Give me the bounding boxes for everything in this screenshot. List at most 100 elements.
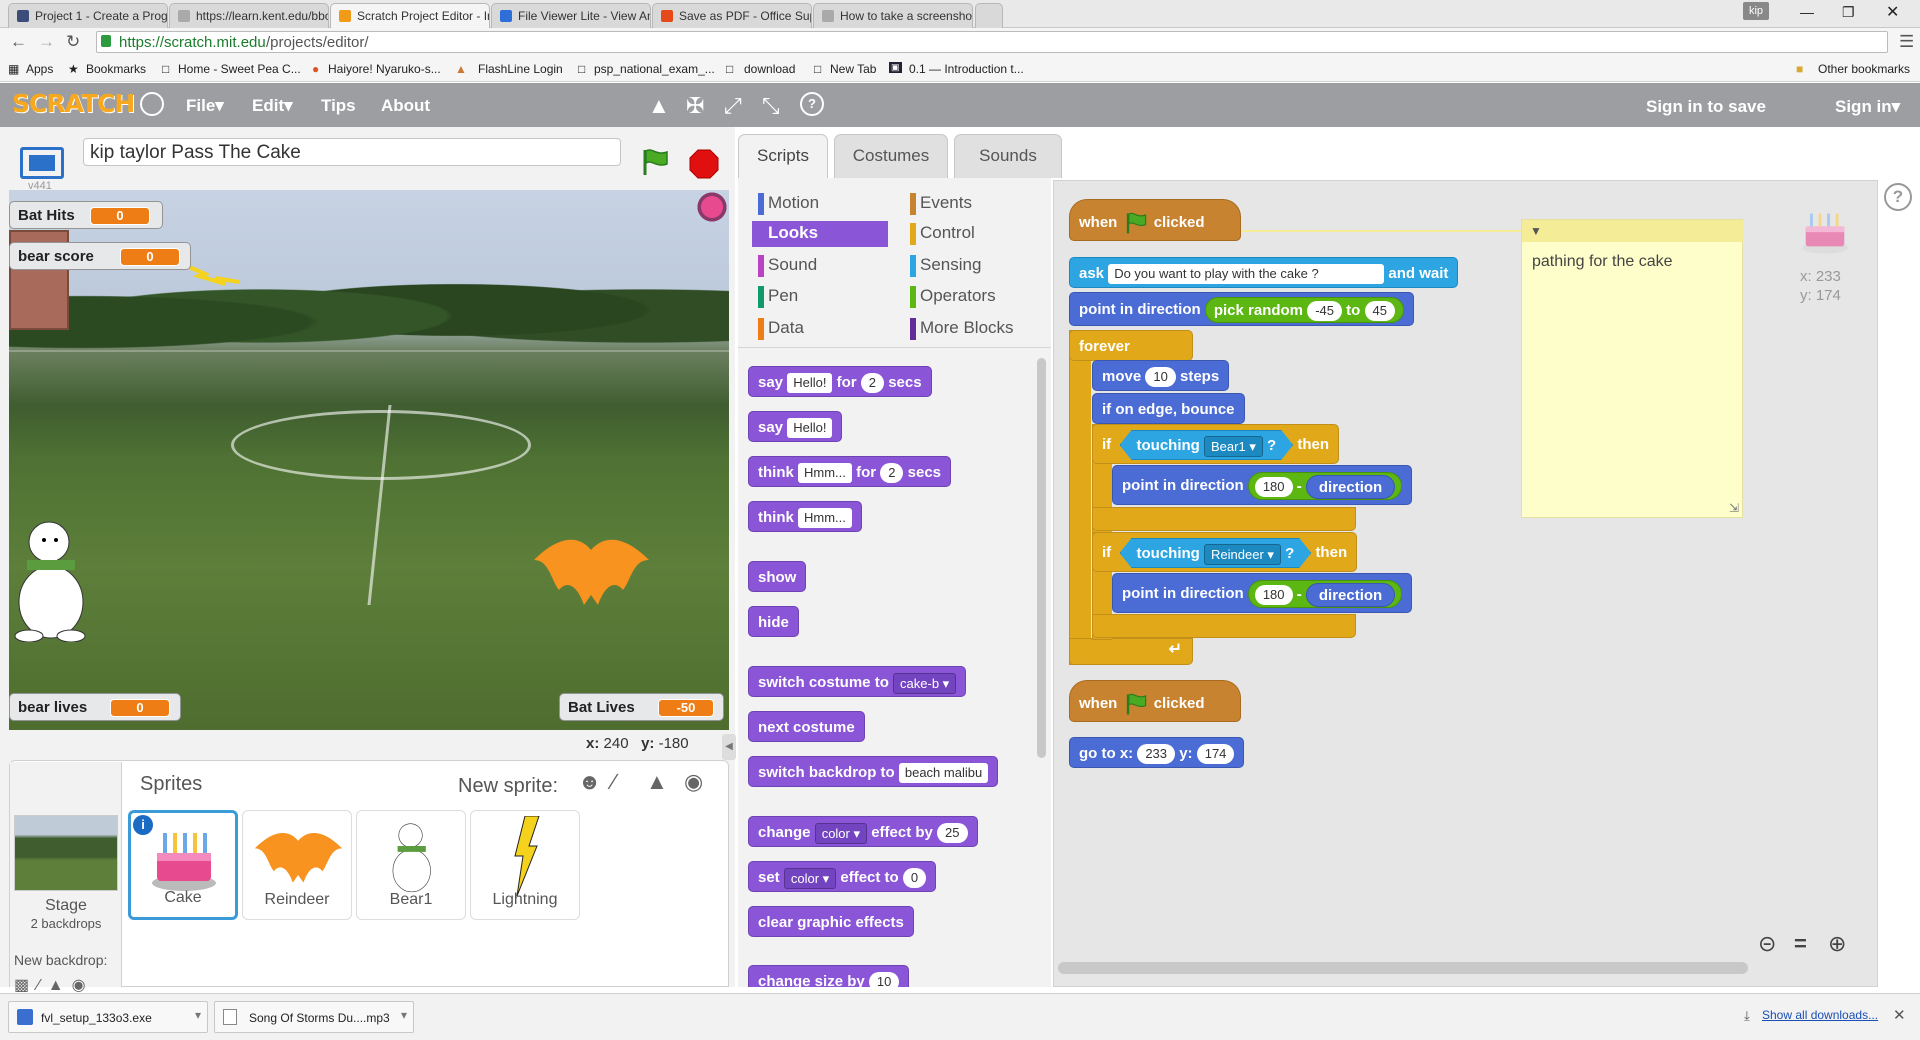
block-subtract[interactable]: 180 - direction <box>1247 472 1403 501</box>
block-number-input[interactable]: 2 <box>860 373 885 394</box>
block-think-for-secs[interactable]: think Hmm... for 2 secs <box>748 456 952 487</box>
browser-tab[interactable]: Project 1 - Create a Progra <box>8 3 168 28</box>
back-icon[interactable]: ← <box>10 32 27 52</box>
category-more-blocks[interactable]: More Blocks <box>910 318 1014 340</box>
cake-sprite[interactable] <box>695 190 729 224</box>
block-clear-graphic-effects[interactable]: clear graphic effects <box>748 906 914 937</box>
zoom-out-icon[interactable]: ⊝ <box>1758 931 1786 959</box>
sprite-tile-reindeer[interactable]: Reindeer <box>242 810 352 920</box>
category-sensing[interactable]: Sensing <box>910 255 981 277</box>
presentation-mode-icon[interactable] <box>20 147 64 179</box>
block-point-random[interactable]: point in direction pick random -45 to 45 <box>1069 292 1414 326</box>
category-events[interactable]: Events <box>910 193 972 215</box>
block-dropdown[interactable]: Reindeer <box>1204 544 1281 565</box>
reload-icon[interactable]: ↻ <box>66 32 80 52</box>
block-dropdown[interactable]: color <box>783 867 837 889</box>
bookmark-item[interactable]: Bookmarks <box>86 62 146 76</box>
tab-sounds[interactable]: Sounds <box>954 134 1062 178</box>
tips-help-icon[interactable]: ? <box>1884 183 1912 211</box>
sprite-tile-bear1[interactable]: Bear1 <box>356 810 466 920</box>
block-point-direction[interactable]: point in direction 180 - direction <box>1112 465 1413 505</box>
restore-icon[interactable]: ❐ <box>1842 4 1855 21</box>
block-pick-random[interactable]: pick random -45 to 45 <box>1204 297 1404 324</box>
bat-sprite[interactable] <box>529 530 654 610</box>
block-change-effect[interactable]: change color effect by 25 <box>748 816 978 847</box>
sprite-library-icon[interactable]: ☻ <box>578 769 604 795</box>
block-next-costume[interactable]: next costume <box>748 711 865 742</box>
block-number-input[interactable]: 233 <box>1137 744 1176 765</box>
sprite-tile-cake[interactable]: i Cake <box>128 810 238 920</box>
block-dropdown[interactable]: cake-b <box>893 672 957 694</box>
comment-collapse-icon[interactable]: ▼ <box>1530 224 1542 238</box>
green-flag-icon[interactable] <box>640 147 670 177</box>
category-data[interactable]: Data <box>758 318 804 340</box>
block-say[interactable]: say Hello! <box>748 411 843 442</box>
block-ask-and-wait[interactable]: ask Do you want to play with the cake ? … <box>1069 257 1459 288</box>
forward-icon[interactable]: → <box>38 32 55 52</box>
project-title-field[interactable]: kip taylor Pass The Cake <box>83 138 621 166</box>
apps-icon[interactable]: ▦ <box>8 62 19 76</box>
block-set-effect[interactable]: set color effect to 0 <box>748 861 937 892</box>
bookmark-item[interactable]: download <box>744 62 795 76</box>
block-direction-reporter[interactable]: direction <box>1305 475 1396 500</box>
file-menu[interactable]: File▾ <box>186 96 224 116</box>
monitor-bear-lives[interactable]: bear lives 0 <box>9 693 181 721</box>
block-subtract[interactable]: 180 - direction <box>1247 580 1403 609</box>
block-input[interactable]: Hmm... <box>798 463 852 484</box>
block-input[interactable]: Do you want to play with the cake ? <box>1108 264 1385 285</box>
bookmark-item[interactable]: 0.1 — Introduction t... <box>909 62 1024 76</box>
block-number-input[interactable]: 25 <box>937 823 968 844</box>
profile-badge[interactable]: kip <box>1743 2 1769 20</box>
bookmark-item[interactable]: New Tab <box>830 62 876 76</box>
stage-label[interactable]: Stage <box>10 897 122 915</box>
block-number-input[interactable]: -45 <box>1307 301 1342 322</box>
sprite-tile-lightning[interactable]: Lightning <box>470 810 580 920</box>
paint-brush-icon[interactable]: ∕ <box>612 769 638 795</box>
palette-scrollbar[interactable] <box>1037 358 1046 758</box>
block-touching[interactable]: touching Bear1 ? <box>1120 430 1294 460</box>
browser-tab[interactable]: https://learn.kent.edu/bbc <box>169 3 329 28</box>
block-switch-backdrop[interactable]: switch backdrop to beach malibu <box>748 756 999 787</box>
about-menu[interactable]: About <box>381 96 430 116</box>
download-item[interactable]: Song Of Storms Du....mp3 ▾ <box>214 1001 414 1033</box>
browser-tab[interactable]: Save as PDF - Office Suppo <box>652 3 812 28</box>
block-dropdown[interactable]: beach malibu <box>898 763 989 784</box>
browser-tab[interactable]: How to take a screenshot <box>813 3 973 28</box>
block-number-input[interactable]: 180 <box>1254 477 1293 498</box>
block-change-size[interactable]: change size by 10 <box>748 965 910 987</box>
block-point-direction[interactable]: point in direction 180 - direction <box>1112 573 1413 613</box>
block-if-touching-reindeer[interactable]: if touching Reindeer ? then <box>1092 532 1358 572</box>
bookmark-item[interactable]: Haiyore! Nyaruko-s... <box>328 62 441 76</box>
category-motion[interactable]: Motion <box>758 193 819 215</box>
block-input[interactable]: Hello! <box>787 418 833 439</box>
delete-scissors-icon[interactable]: ✠ <box>686 93 704 119</box>
comment-text[interactable]: pathing for the cake <box>1532 253 1673 271</box>
block-input[interactable]: Hmm... <box>798 508 852 529</box>
bookmark-item[interactable]: Home - Sweet Pea C... <box>178 62 301 76</box>
block-number-input[interactable]: 180 <box>1254 585 1293 606</box>
globe-icon[interactable] <box>140 92 164 116</box>
zoom-in-icon[interactable]: ⊕ <box>1828 931 1856 959</box>
block-switch-costume[interactable]: switch costume to cake-b <box>748 666 967 697</box>
block-number-input[interactable]: 2 <box>880 463 904 484</box>
block-direction-reporter[interactable]: direction <box>1305 583 1396 608</box>
block-go-to-xy[interactable]: go to x: 233 y: 174 <box>1069 737 1245 768</box>
bookmark-item[interactable]: Apps <box>26 62 53 76</box>
bookmark-item[interactable]: FlashLine Login <box>478 62 563 76</box>
comment-titlebar[interactable] <box>1522 220 1744 242</box>
grow-icon[interactable]: ⤢ <box>724 93 742 119</box>
comment-resize-icon[interactable]: ⇲ <box>1729 501 1739 515</box>
block-number-input[interactable]: 174 <box>1196 744 1235 765</box>
zoom-reset-icon[interactable]: = <box>1794 931 1822 959</box>
category-operators[interactable]: Operators <box>910 286 996 308</box>
category-pen[interactable]: Pen <box>758 286 798 308</box>
block-input[interactable]: Hello! <box>787 373 833 394</box>
sign-in-to-save[interactable]: Sign in to save <box>1646 97 1766 117</box>
close-downloads-icon[interactable]: ✕ <box>1893 1006 1906 1024</box>
lightning-sprite[interactable] <box>185 262 241 286</box>
tab-scripts[interactable]: Scripts <box>738 134 828 178</box>
chevron-down-icon[interactable]: ▾ <box>401 1008 407 1022</box>
stop-icon[interactable] <box>689 149 719 179</box>
tab-costumes[interactable]: Costumes <box>834 134 948 178</box>
chevron-down-icon[interactable]: ▾ <box>195 1008 201 1022</box>
